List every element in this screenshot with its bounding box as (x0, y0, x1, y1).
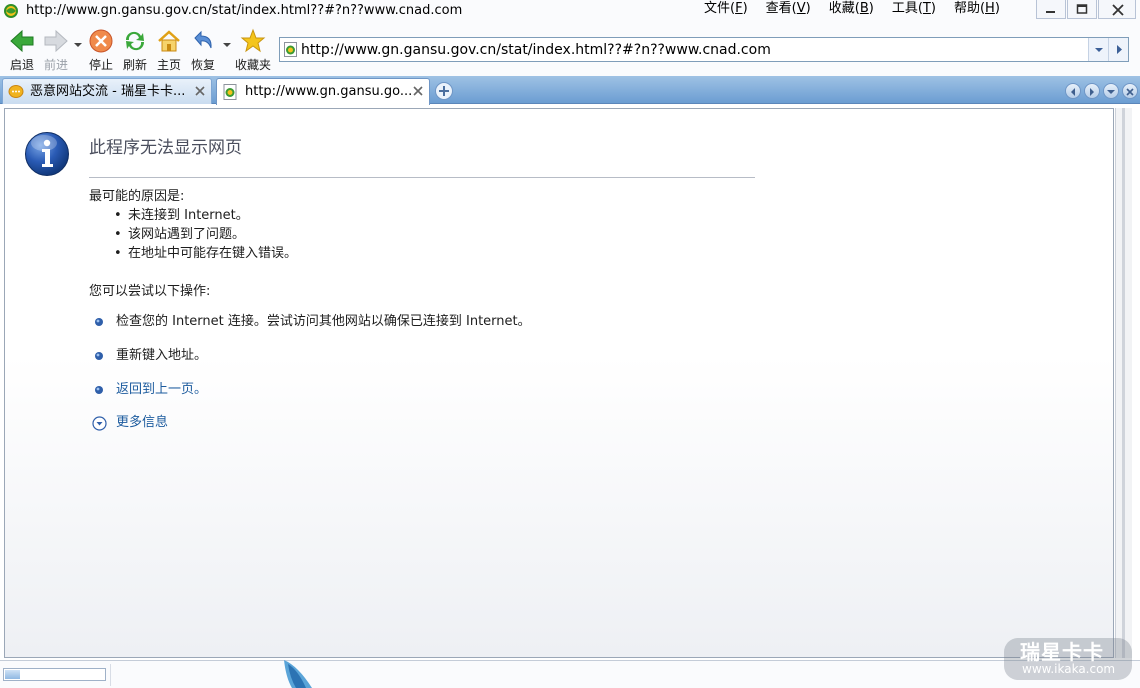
causes-heading: 最可能的原因是: (89, 189, 185, 204)
undo-icon (194, 30, 212, 49)
close-tab-button[interactable] (1122, 83, 1138, 99)
chevron-down-icon[interactable] (223, 41, 231, 49)
watermark-url: www.ikaka.com (1022, 662, 1116, 676)
forward-arrow-icon (44, 29, 68, 53)
home-icon (158, 30, 180, 52)
chevron-down-icon[interactable] (74, 41, 82, 49)
minimize-button[interactable] (1036, 0, 1066, 19)
menu-view[interactable]: 查看(V) (762, 0, 819, 18)
tab-close-icon[interactable] (412, 85, 424, 97)
vertical-scrollbar[interactable] (1115, 108, 1132, 658)
bullet-icon (95, 352, 103, 360)
tab-ikaka[interactable]: 恶意网站交流 - 瑞星卡卡... (2, 78, 212, 104)
page-icon (223, 84, 237, 100)
maximize-icon (1076, 4, 1088, 14)
rising-logo-icon (284, 660, 312, 688)
menu-favorites[interactable]: 收藏(B) (825, 0, 882, 18)
chevron-right-icon (1117, 45, 1122, 54)
menu-tools[interactable]: 工具(T) (888, 0, 944, 18)
go-back-link[interactable]: 返回到上一页。 (116, 380, 207, 400)
cause-item: 该网站遇到了问题。 (114, 226, 245, 244)
minimize-icon (1046, 11, 1055, 13)
browser-logo-icon (4, 4, 18, 18)
tab-scroll-left-button[interactable] (1065, 83, 1081, 99)
page-icon (284, 42, 297, 57)
window-title: http://www.gn.gansu.gov.cn/stat/index.ht… (26, 3, 463, 18)
chevron-right-icon (1090, 88, 1094, 96)
stop-icon (89, 29, 113, 53)
restore-button[interactable]: 恢复 (187, 28, 219, 74)
menu-file[interactable]: 文件(F) (700, 0, 756, 18)
bullet-icon (95, 386, 103, 394)
go-button[interactable] (1108, 38, 1128, 61)
chevron-down-icon (1095, 48, 1103, 52)
refresh-icon (125, 31, 145, 51)
more-info-link[interactable]: 更多信息 (116, 413, 168, 433)
chevron-left-icon (1071, 88, 1075, 96)
star-icon (240, 28, 266, 53)
toolbar: 启退 前进 停止 刷新 主页 恢复 收藏夹 http://www.gn.gans… (0, 22, 1140, 76)
title-bar: http://www.gn.gansu.gov.cn/stat/index.ht… (0, 0, 1140, 22)
watermark-brand: 瑞星卡卡 (1020, 640, 1104, 664)
plus-icon (439, 86, 449, 96)
tab-gansu[interactable]: http://www.gn.gansu.go... (216, 78, 430, 105)
tab-title: http://www.gn.gansu.go... (245, 84, 411, 99)
new-tab-button[interactable] (435, 82, 453, 100)
divider (89, 177, 755, 178)
tab-list-button[interactable] (1103, 83, 1119, 99)
address-dropdown-button[interactable] (1088, 38, 1108, 61)
close-window-button[interactable] (1098, 0, 1136, 19)
favorites-button[interactable]: 收藏夹 (235, 28, 271, 74)
error-title: 此程序无法显示网页 (89, 138, 242, 158)
progress-bar (3, 668, 106, 681)
actions-heading: 您可以尝试以下操作: (89, 284, 211, 299)
chat-bubble-icon (8, 85, 24, 98)
expand-chevron-icon[interactable] (92, 416, 107, 431)
back-arrow-icon (10, 29, 34, 53)
address-input[interactable] (301, 40, 1086, 59)
chevron-down-icon (1107, 90, 1115, 94)
tab-close-icon[interactable] (194, 85, 206, 97)
status-bar (0, 660, 1140, 688)
browser-window: http://www.gn.gansu.gov.cn/stat/index.ht… (0, 0, 1140, 688)
cause-item: 在地址中可能存在键入错误。 (114, 245, 297, 263)
forward-button[interactable]: 前进 (40, 28, 72, 74)
info-icon (25, 132, 69, 176)
menu-help[interactable]: 帮助(H) (950, 0, 1008, 18)
tab-scroll-right-button[interactable] (1084, 83, 1100, 99)
maximize-button[interactable] (1067, 0, 1097, 19)
bullet-icon (95, 318, 103, 326)
progress-fill (5, 670, 20, 679)
address-bar (279, 37, 1129, 62)
cause-item: 未连接到 Internet。 (114, 207, 249, 225)
tab-title: 恶意网站交流 - 瑞星卡卡... (30, 84, 186, 99)
close-icon (1126, 88, 1134, 96)
close-icon (1112, 4, 1124, 16)
menu-bar: 文件(F) 查看(V) 收藏(B) 工具(T) 帮助(H) (700, 0, 1014, 18)
